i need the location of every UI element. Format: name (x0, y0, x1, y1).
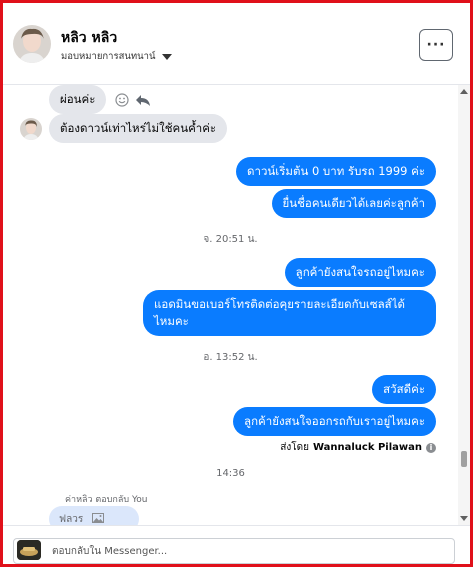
scroll-thumb[interactable] (461, 451, 467, 467)
reply-preview[interactable]: ฟลวร (49, 506, 139, 525)
chat-header: หลิว หลิว มอบหมายการสนทนาน์ ··· (3, 3, 470, 85)
contact-avatar (20, 118, 42, 140)
timestamp: อ. 13:52 น. (203, 352, 258, 363)
sent-by-prefix: ส่งโดย (280, 442, 309, 453)
assign-conversation-dropdown[interactable]: มอบหมายการสนทนาน์ (61, 49, 172, 64)
composer (3, 525, 470, 564)
outgoing-message: ลูกค้ายังสนใจออกรถกับเราอยู่ไหมคะ (233, 407, 436, 436)
sent-by-name[interactable]: Wannaluck Pilawan (313, 442, 422, 453)
sent-by: ส่งโดย Wannaluck Pilawan i (280, 440, 436, 455)
emoji-icon[interactable] (115, 93, 129, 107)
image-icon (92, 513, 105, 523)
chat-window: หลิว หลิว มอบหมายการสนทนาน์ ··· ผ่อนค่ะ (0, 0, 473, 567)
incoming-message: ต้องดาวน์เท่าไหร่ไม่ใช้คนค้ำค่ะ (49, 114, 228, 143)
caret-down-icon (161, 53, 172, 60)
avatar[interactable] (13, 25, 51, 63)
outgoing-message: แอดมินขอเบอร์โทรติดต่อคุยรายละเอียดกับเซ… (143, 290, 436, 336)
scrollbar[interactable] (458, 85, 470, 525)
reply-label: ค่าหลิว ตอบกลับ You (65, 495, 148, 505)
contact-name: หลิว หลิว (61, 30, 118, 46)
outgoing-message: ลูกค้ายังสนใจรถอยู่ไหมคะ (284, 258, 436, 287)
message-list[interactable]: ผ่อนค่ะ ต้องดาวน์เท่าไหร่ไม่ใช้คนค้ำค่ะ … (3, 85, 458, 525)
timestamp: 14:36 (216, 468, 245, 479)
assign-label: มอบหมายการสนทนาน์ (61, 51, 156, 62)
more-icon: ··· (426, 37, 446, 53)
reply-input[interactable] (13, 538, 455, 564)
more-options-button[interactable]: ··· (419, 29, 453, 61)
scroll-up-icon[interactable] (460, 89, 468, 94)
reply-icon[interactable] (135, 93, 151, 107)
incoming-message: ผ่อนค่ะ (49, 85, 107, 114)
outgoing-message: ดาวน์เริ่มต้น 0 บาท รับรถ 1999 ค่ะ (236, 157, 436, 186)
timestamp: จ. 20:51 น. (203, 234, 258, 245)
message-actions (115, 93, 151, 107)
page-avatar (17, 540, 41, 560)
outgoing-message: ยื่นชื่อคนเดียวได้เลยค่ะลูกค้า (271, 189, 436, 218)
reply-preview-text: ฟลวร (59, 514, 84, 525)
info-icon[interactable]: i (426, 442, 436, 453)
outgoing-message: สวัสดีค่ะ (372, 375, 436, 404)
scroll-down-icon[interactable] (460, 516, 468, 521)
